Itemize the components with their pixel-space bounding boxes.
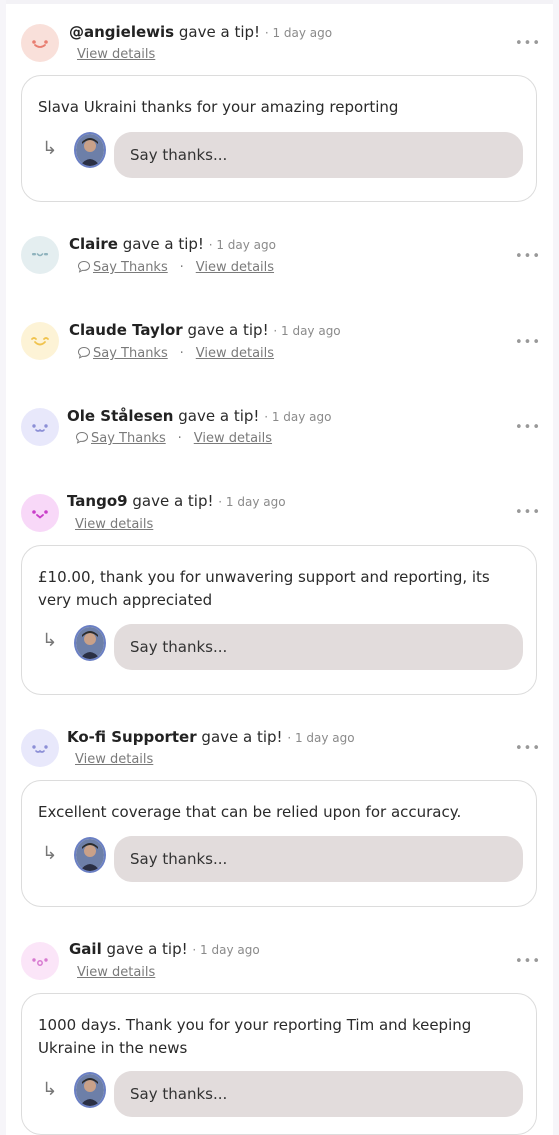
view-details-link[interactable]: View details [75, 752, 153, 767]
tip-actions: View details [77, 965, 155, 980]
tip-headline: Claire gave a tip! · 1 day ago [69, 235, 276, 253]
tip-message-card: £10.00, thank you for unwavering support… [21, 545, 537, 695]
smiley-face-icon [32, 745, 48, 753]
smiley-face-icon [32, 40, 48, 48]
smiley-face-icon [31, 337, 49, 346]
reply-arrow-icon: ↳ [42, 630, 58, 651]
right-gutter [553, 0, 559, 1135]
tip-message-card: 1000 days. Thank you for your reporting … [21, 993, 537, 1135]
reply-arrow-icon: ↳ [42, 843, 58, 864]
tip-time: · 1 day ago [264, 26, 333, 40]
top-edge [0, 0, 559, 4]
smiley-face-icon [32, 424, 48, 432]
tip-action: gave a tip! [187, 321, 269, 339]
tip-headline: @angielewis gave a tip! · 1 day ago [69, 23, 332, 41]
tip-message-card: Slava Ukraini thanks for your amazing re… [21, 75, 537, 202]
view-details-link[interactable]: View details [75, 517, 153, 532]
smiley-face-icon [32, 253, 48, 257]
view-details-link[interactable]: View details [77, 965, 155, 980]
reply-arrow-icon: ↳ [42, 138, 58, 159]
separator-dot: · [177, 431, 182, 446]
creator-avatar [74, 625, 106, 661]
view-details-link[interactable]: View details [196, 260, 274, 275]
say-thanks-input[interactable] [114, 836, 523, 882]
view-details-link[interactable]: View details [194, 431, 272, 446]
tip-time: · 1 day ago [264, 410, 332, 424]
more-options-icon[interactable]: ••• [515, 36, 541, 51]
tip-actions: Say Thanks · View details [77, 346, 274, 363]
more-options-icon[interactable]: ••• [515, 335, 541, 350]
supporter-avatar [21, 236, 59, 274]
creator-photo-icon [76, 839, 104, 871]
say-thanks-input[interactable] [114, 132, 523, 178]
reply-arrow-icon: ↳ [42, 1079, 58, 1100]
tip-action: gave a tip! [178, 23, 261, 41]
supporter-name[interactable]: Gail [69, 940, 102, 958]
tip-message: 1000 days. Thank you for your reporting … [38, 1016, 472, 1057]
supporter-avatar [21, 729, 59, 767]
supporter-avatar [21, 24, 59, 62]
more-options-icon[interactable]: ••• [515, 249, 541, 264]
tip-message: Excellent coverage that can be relied up… [38, 803, 462, 821]
tip-actions: View details [75, 752, 153, 767]
supporter-name[interactable]: Tango9 [67, 492, 128, 510]
say-thanks-link[interactable]: Say Thanks [93, 346, 168, 361]
tip-message-card: Excellent coverage that can be relied up… [21, 780, 537, 907]
supporter-name[interactable]: Ko-fi Supporter [67, 728, 197, 746]
tip-action: gave a tip! [178, 407, 260, 425]
separator-dot: · [179, 260, 184, 275]
speech-bubble-icon [77, 260, 91, 277]
left-gutter [0, 0, 6, 1135]
tip-headline: Ko-fi Supporter gave a tip! · 1 day ago [67, 728, 355, 746]
tip-actions: View details [75, 517, 153, 532]
speech-bubble-icon [77, 346, 91, 363]
smiley-face-icon [32, 958, 48, 966]
creator-photo-icon [76, 1074, 104, 1106]
more-options-icon[interactable]: ••• [515, 505, 541, 520]
creator-photo-icon [76, 627, 104, 659]
say-thanks-link[interactable]: Say Thanks [91, 431, 166, 446]
tip-actions: Say Thanks · View details [75, 431, 272, 448]
view-details-link[interactable]: View details [196, 346, 274, 361]
tip-time: · 1 day ago [273, 324, 341, 338]
creator-avatar [74, 1072, 106, 1108]
tip-action: gave a tip! [201, 728, 283, 746]
tip-headline: Ole Stålesen gave a tip! · 1 day ago [67, 407, 331, 425]
tip-time: · 1 day ago [192, 943, 260, 957]
smiley-face-icon [32, 510, 48, 519]
tip-action: gave a tip! [132, 492, 214, 510]
tip-actions: Say Thanks · View details [77, 260, 274, 277]
say-thanks-link[interactable]: Say Thanks [93, 260, 168, 275]
tip-headline: Gail gave a tip! · 1 day ago [69, 940, 260, 958]
speech-bubble-icon [75, 431, 89, 448]
say-thanks-input[interactable] [114, 624, 523, 670]
view-details-link[interactable]: View details [77, 47, 155, 62]
tip-time: · 1 day ago [287, 731, 355, 745]
say-thanks-input[interactable] [114, 1071, 523, 1117]
supporter-name[interactable]: Ole Stålesen [67, 407, 173, 425]
supporter-avatar [21, 942, 59, 980]
supporter-avatar [21, 408, 59, 446]
supporter-name[interactable]: Claire [69, 235, 118, 253]
separator-dot: · [179, 346, 184, 361]
more-options-icon[interactable]: ••• [515, 954, 541, 969]
tip-action: gave a tip! [122, 235, 204, 253]
supporter-name[interactable]: Claude Taylor [69, 321, 183, 339]
supporter-avatar [21, 322, 59, 360]
tip-headline: Tango9 gave a tip! · 1 day ago [67, 492, 286, 510]
creator-avatar [74, 132, 106, 168]
tip-headline: Claude Taylor gave a tip! · 1 day ago [69, 321, 341, 339]
more-options-icon[interactable]: ••• [515, 420, 541, 435]
creator-photo-icon [76, 134, 104, 166]
creator-avatar [74, 837, 106, 873]
tip-actions: View details [77, 47, 155, 62]
supporter-avatar [21, 494, 59, 532]
more-options-icon[interactable]: ••• [515, 741, 541, 756]
tip-time: · 1 day ago [218, 495, 286, 509]
tip-message: Slava Ukraini thanks for your amazing re… [38, 98, 399, 116]
tip-action: gave a tip! [106, 940, 188, 958]
tip-time: · 1 day ago [208, 238, 276, 252]
supporter-name[interactable]: @angielewis [69, 23, 174, 41]
tip-message: £10.00, thank you for unwavering support… [38, 568, 490, 609]
